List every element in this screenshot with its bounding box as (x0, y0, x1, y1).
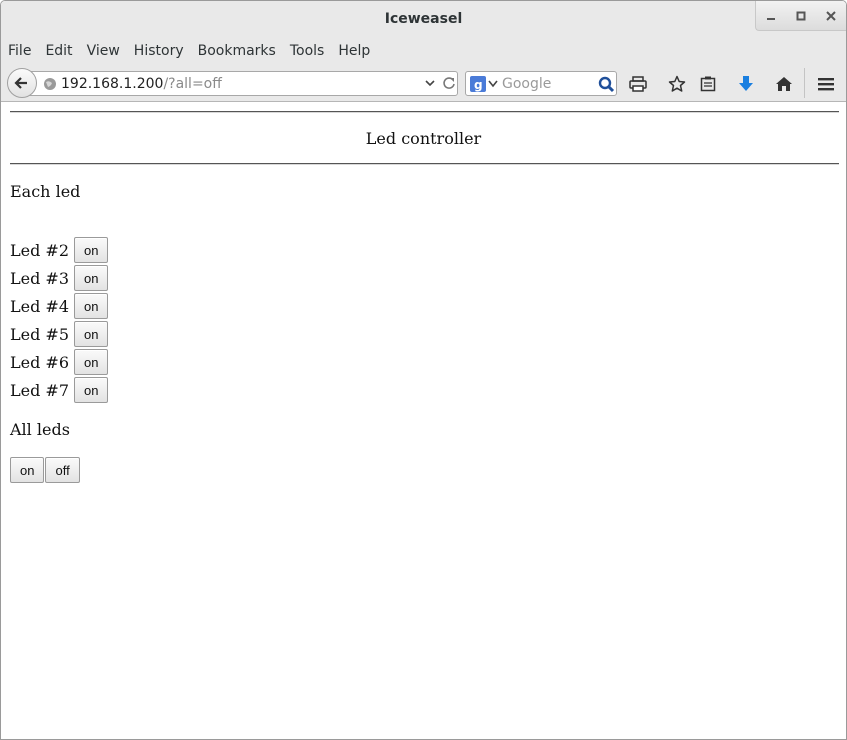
maximize-button[interactable] (786, 1, 816, 31)
bookmark-button[interactable] (667, 74, 687, 94)
globe-icon (44, 78, 56, 90)
window-title: Iceweasel (384, 11, 463, 27)
led-label: Led #4 (10, 296, 70, 316)
open-menu-button[interactable] (816, 74, 836, 94)
search-icon[interactable] (598, 76, 615, 93)
menu-icon (818, 78, 834, 91)
back-arrow-icon (14, 77, 27, 89)
bookmark-star-icon (668, 75, 686, 92)
led-2-on-button[interactable]: on (74, 237, 109, 263)
download-button[interactable] (736, 74, 756, 94)
top-rule (10, 111, 839, 113)
led-label: Led #3 (10, 268, 70, 288)
minimize-button[interactable] (756, 1, 786, 31)
print-button[interactable] (628, 74, 648, 94)
menu-edit[interactable]: Edit (45, 43, 72, 59)
google-icon[interactable]: g (470, 76, 486, 92)
led-label: Led #6 (10, 352, 70, 372)
close-button[interactable] (816, 1, 846, 31)
page-content: Led controller Each led Led #2 on Led #3… (1, 103, 846, 739)
led-label: Led #5 (10, 324, 70, 344)
back-button[interactable] (7, 68, 37, 98)
led-row: Led #5 on (10, 321, 109, 347)
reading-list-icon (700, 76, 716, 92)
led-label: Led #2 (10, 240, 70, 260)
led-row: Led #2 on (10, 237, 109, 263)
navigation-toolbar: 192.168.1.200/?all=off g Google (1, 64, 846, 102)
chevron-down-icon[interactable] (488, 80, 498, 88)
svg-text:g: g (474, 78, 483, 92)
menu-tools[interactable]: Tools (290, 43, 325, 59)
all-off-button[interactable]: off (45, 457, 80, 483)
reload-icon[interactable] (442, 76, 456, 90)
led-4-on-button[interactable]: on (74, 293, 109, 319)
url-path: /?all=off (163, 76, 222, 92)
maximize-icon (796, 11, 806, 21)
all-on-button[interactable]: on (10, 457, 45, 483)
home-button[interactable] (774, 74, 794, 94)
print-icon (629, 76, 647, 92)
url-host: 192.168.1.200 (61, 76, 164, 92)
menu-bar: File Edit View History Bookmarks Tools H… (1, 37, 846, 64)
all-leds-controls: on off (10, 457, 81, 483)
menu-help[interactable]: Help (338, 43, 370, 59)
chevron-down-icon[interactable] (424, 77, 436, 89)
page-title: Led controller (365, 129, 482, 148)
led-row: Led #3 on (10, 265, 109, 291)
led-label: Led #7 (10, 380, 70, 400)
title-bar: Iceweasel (1, 1, 846, 37)
toolbar-separator (804, 68, 805, 98)
led-row: Led #6 on (10, 349, 109, 375)
led-6-on-button[interactable]: on (74, 349, 109, 375)
search-bar[interactable]: g Google (465, 71, 617, 96)
url-bar[interactable]: 192.168.1.200/?all=off (23, 71, 458, 96)
minimize-icon (767, 18, 775, 20)
menu-view[interactable]: View (87, 43, 120, 59)
url-text[interactable]: 192.168.1.200/?all=off (61, 76, 222, 92)
led-3-on-button[interactable]: on (74, 265, 109, 291)
led-row: Led #7 on (10, 377, 109, 403)
each-led-heading: Each led (10, 182, 81, 201)
home-icon (776, 77, 792, 91)
menu-history[interactable]: History (134, 43, 184, 59)
window-controls (755, 1, 846, 31)
browser-window: Iceweasel File Edit View History Bookmar… (0, 0, 847, 740)
reading-list-button[interactable] (698, 74, 718, 94)
menu-file[interactable]: File (8, 43, 31, 59)
search-placeholder: Google (502, 76, 552, 92)
all-leds-heading: All leds (10, 420, 70, 439)
led-7-on-button[interactable]: on (74, 377, 109, 403)
led-5-on-button[interactable]: on (74, 321, 109, 347)
menu-bookmarks[interactable]: Bookmarks (198, 43, 276, 59)
close-icon (826, 11, 836, 21)
download-icon (739, 76, 753, 91)
led-row: Led #4 on (10, 293, 109, 319)
bottom-rule (10, 163, 839, 165)
